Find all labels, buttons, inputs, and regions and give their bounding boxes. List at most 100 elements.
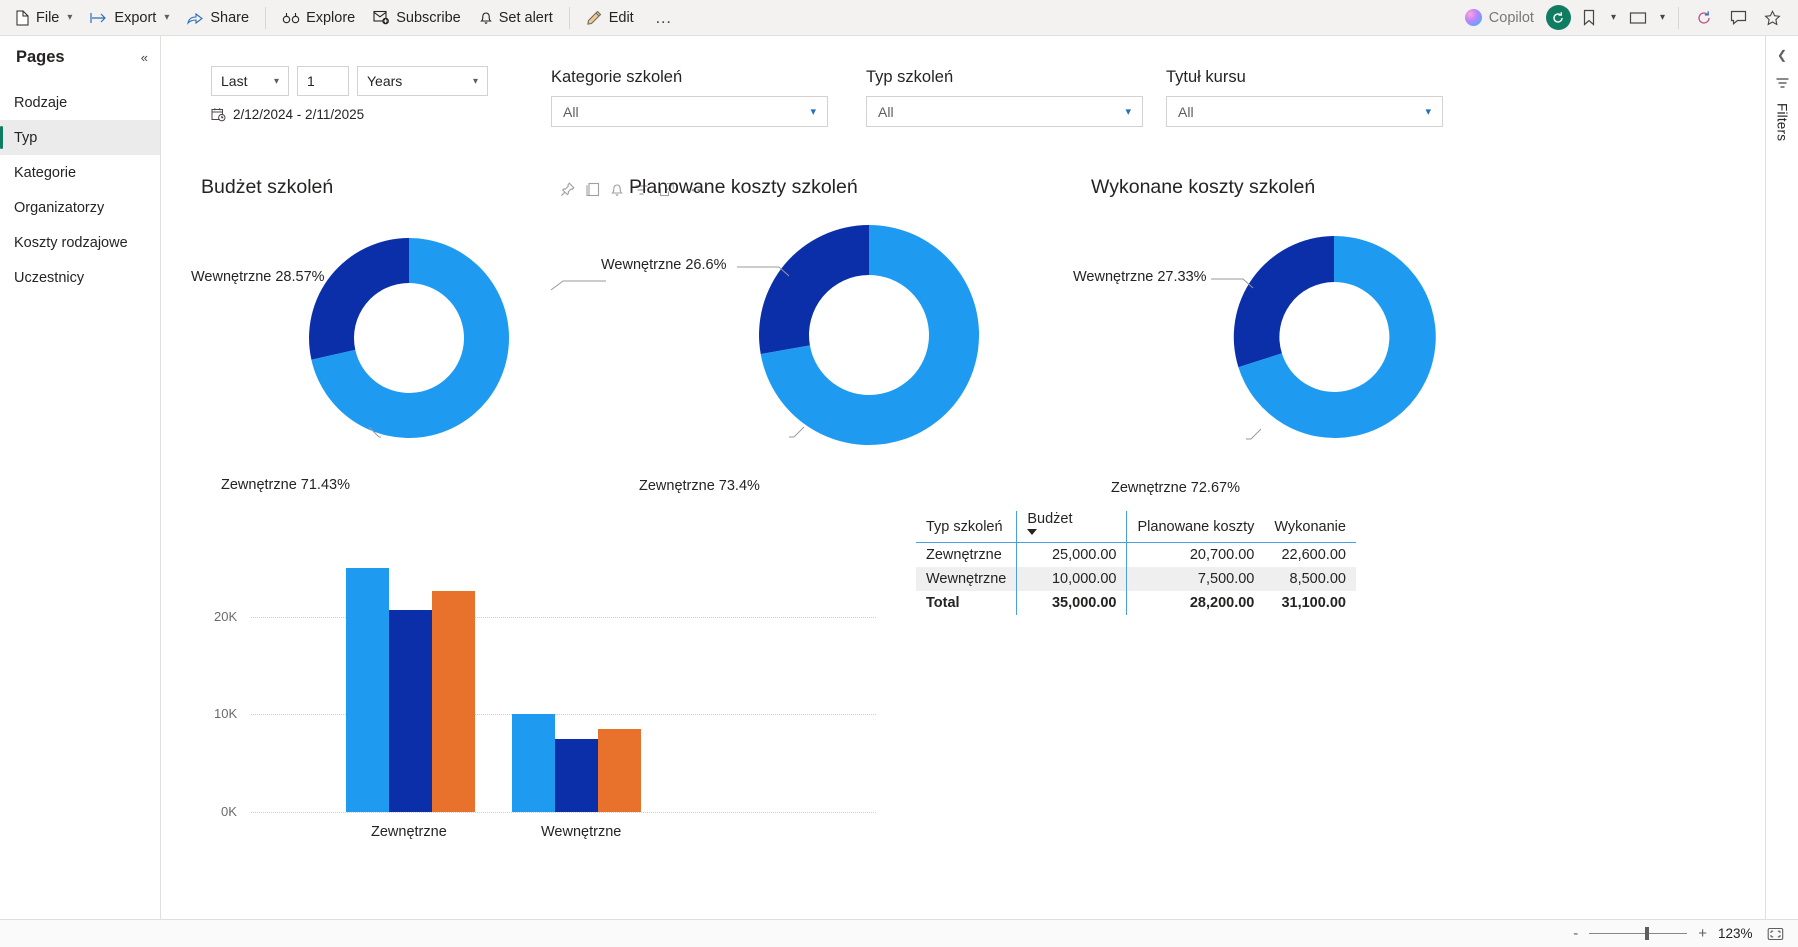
bar-wewnetrzne-planowane[interactable] bbox=[555, 739, 598, 812]
relative-date-slicer: Last ▾ 1 Years ▾ 2/12/2024 - 2/11/2025 bbox=[211, 66, 488, 122]
alert-bell-icon[interactable] bbox=[610, 182, 624, 197]
slicer-dropdown[interactable]: All ▾ bbox=[866, 96, 1143, 127]
toolbar-explore-button[interactable]: Explore bbox=[273, 3, 364, 33]
zoom-slider-thumb[interactable] bbox=[1645, 927, 1650, 940]
view-chevron-down-icon[interactable]: ▾ bbox=[1656, 12, 1669, 23]
visual-table[interactable]: Typ szkoleń Budżet Planowane koszty Wyko… bbox=[916, 511, 1356, 615]
cell-wykonanie: 31,100.00 bbox=[1281, 595, 1346, 611]
slicer-value: All bbox=[1178, 103, 1194, 120]
donut-label-wewnetrzne: Wewnętrzne 27.33% bbox=[1073, 269, 1207, 285]
toolbar-divider bbox=[568, 6, 570, 29]
sidebar-item-koszty-rodzajowe[interactable]: Koszty rodzajowe bbox=[0, 225, 160, 260]
bar-zewnetrzne-planowane[interactable] bbox=[389, 610, 432, 812]
slicer-dropdown[interactable]: All ▾ bbox=[551, 96, 828, 127]
donut-chart-budzet[interactable]: Wewnętrzne 28.57% Zewnętrzne 71.43% bbox=[191, 213, 701, 493]
table-row[interactable]: Wewnętrzne 10,000.00 7,500.00 8,500.00 bbox=[916, 567, 1356, 591]
toolbar-file-button[interactable]: File ▾ bbox=[6, 3, 81, 33]
cell-planowane: 28,200.00 bbox=[1126, 591, 1265, 615]
chevron-down-icon[interactable]: ▾ bbox=[67, 12, 72, 23]
donut-slice-wewnetrzne bbox=[759, 225, 869, 355]
favorite-button[interactable] bbox=[1756, 3, 1788, 33]
y-axis-label-0k: 0K bbox=[221, 804, 237, 819]
cell-wykonanie: 8,500.00 bbox=[1289, 571, 1346, 587]
toolbar-export-button[interactable]: Export ▾ bbox=[81, 3, 178, 33]
cell-planowane: 20,700.00 bbox=[1126, 542, 1265, 567]
chevron-left-icon[interactable]: ❮ bbox=[1777, 48, 1787, 62]
zoom-out-button[interactable]: - bbox=[1573, 925, 1578, 942]
visual-title: Budżet szkoleń bbox=[201, 176, 334, 198]
relative-date-mode-value: Last bbox=[221, 73, 248, 89]
toolbar-divider bbox=[1678, 6, 1679, 29]
file-icon bbox=[15, 10, 30, 26]
view-button[interactable] bbox=[1622, 3, 1654, 33]
filter-icon[interactable] bbox=[1775, 76, 1790, 95]
bar-wewnetrzne-budzet[interactable] bbox=[512, 714, 555, 812]
slicer-row: Last ▾ 1 Years ▾ 2/12/2024 - 2/11/2025 K… bbox=[161, 36, 1765, 166]
copy-icon[interactable] bbox=[585, 182, 600, 197]
toolbar-right-group: Copilot ▾ ▾ bbox=[1455, 3, 1788, 33]
column-header-planowane-koszty[interactable]: Planowane koszty bbox=[1126, 511, 1265, 543]
column-header-budzet[interactable]: Budżet bbox=[1016, 511, 1127, 543]
donut-chart-wykonane[interactable]: Wewnętrzne 27.33% Zewnętrzne 72.67% bbox=[1073, 213, 1591, 496]
filters-label[interactable]: Filters bbox=[1775, 103, 1790, 141]
pages-title: Pages bbox=[16, 48, 65, 66]
relative-date-count-input[interactable]: 1 bbox=[297, 66, 349, 96]
sidebar-item-kategorie[interactable]: Kategorie bbox=[0, 155, 160, 190]
bar-zewnetrzne-budzet[interactable] bbox=[346, 568, 389, 812]
bar-zewnetrzne-wykonanie[interactable] bbox=[432, 591, 475, 812]
bookmark-button[interactable] bbox=[1573, 3, 1605, 33]
donut-label-zewnetrzne: Zewnętrzne 73.4% bbox=[639, 478, 760, 494]
share-icon bbox=[187, 11, 204, 25]
toolbar-file-label: File bbox=[36, 9, 60, 26]
donut-svg bbox=[1211, 235, 1436, 440]
visual-planowane-koszty-szkolen: Planowane koszty szkoleń Wewnętrzne 26.6… bbox=[601, 176, 1129, 506]
leader-line-wewnetrzne bbox=[550, 280, 606, 291]
sidebar-item-rodzaje[interactable]: Rodzaje bbox=[0, 85, 160, 120]
toolbar-edit-button[interactable]: Edit bbox=[577, 3, 643, 33]
chevron-down-icon: ▾ bbox=[1425, 106, 1431, 118]
toolbar-share-button[interactable]: Share bbox=[178, 3, 258, 33]
more-icon: … bbox=[654, 7, 672, 27]
chevron-double-left-icon[interactable]: « bbox=[141, 51, 148, 64]
sidebar-item-uczestnicy[interactable]: Uczestnicy bbox=[0, 260, 160, 295]
table-body: Zewnętrzne 25,000.00 20,700.00 22,600.00… bbox=[916, 542, 1356, 615]
reset-button[interactable] bbox=[1545, 5, 1571, 30]
visual-wykonane-koszty-szkolen: Wykonane koszty szkoleń Wewnętrzne 27.33… bbox=[1073, 176, 1591, 506]
toolbar-more-button[interactable]: … bbox=[643, 3, 684, 33]
copilot-button[interactable]: Copilot bbox=[1455, 3, 1544, 33]
column-header-wykonanie[interactable]: Wykonanie bbox=[1264, 511, 1356, 543]
zoom-in-button[interactable]: + bbox=[1698, 925, 1707, 942]
slicer-kategorie-szkolen: Kategorie szkoleń All ▾ bbox=[551, 68, 828, 127]
chevron-down-icon[interactable]: ▾ bbox=[164, 12, 169, 23]
sidebar-item-typ[interactable]: Typ bbox=[0, 120, 160, 155]
relative-date-unit-dropdown[interactable]: Years ▾ bbox=[357, 66, 488, 96]
donut-chart-planowane[interactable]: Wewnętrzne 26.6% Zewnętrzne 73.4% bbox=[601, 213, 1129, 494]
app-body: Pages « Rodzaje Typ Kategorie Organizato… bbox=[0, 36, 1798, 919]
table-total-row[interactable]: Total 35,000.00 28,200.00 31,100.00 bbox=[916, 591, 1356, 615]
fit-to-page-icon[interactable] bbox=[1767, 927, 1784, 941]
donut-label-zewnetrzne: Zewnętrzne 71.43% bbox=[221, 477, 350, 493]
toolbar-set-alert-label: Set alert bbox=[498, 9, 553, 26]
toolbar-share-label: Share bbox=[210, 9, 250, 26]
relative-date-mode-dropdown[interactable]: Last ▾ bbox=[211, 66, 289, 96]
zoom-slider[interactable] bbox=[1589, 927, 1688, 940]
slicer-dropdown[interactable]: All ▾ bbox=[1166, 96, 1443, 127]
column-header-typ-szkolen[interactable]: Typ szkoleń bbox=[916, 511, 1017, 543]
donut-svg bbox=[737, 225, 980, 445]
bar-wewnetrzne-wykonanie[interactable] bbox=[598, 729, 641, 812]
refresh-button[interactable] bbox=[1688, 3, 1720, 33]
comment-button[interactable] bbox=[1722, 3, 1754, 33]
table-row[interactable]: Zewnętrzne 25,000.00 20,700.00 22,600.00 bbox=[916, 542, 1356, 567]
toolbar-subscribe-button[interactable]: Subscribe bbox=[364, 3, 469, 33]
toolbar-set-alert-button[interactable]: Set alert bbox=[470, 3, 562, 33]
pin-icon[interactable] bbox=[560, 182, 575, 197]
sidebar-item-organizatorzy[interactable]: Organizatorzy bbox=[0, 190, 160, 225]
visual-column-chart[interactable]: 20K 10K 0K Zewnętrzne Wewnętrzne bbox=[186, 506, 906, 846]
slicer-typ-szkolen: Typ szkoleń All ▾ bbox=[866, 68, 1143, 127]
donut-slice-wewnetrzne bbox=[309, 238, 409, 360]
bell-icon bbox=[479, 10, 493, 25]
bookmark-chevron-down-icon[interactable]: ▾ bbox=[1607, 12, 1620, 23]
copilot-icon bbox=[1464, 9, 1482, 26]
report-canvas: Last ▾ 1 Years ▾ 2/12/2024 - 2/11/2025 K… bbox=[161, 36, 1765, 919]
chevron-down-icon: ▾ bbox=[273, 75, 279, 87]
